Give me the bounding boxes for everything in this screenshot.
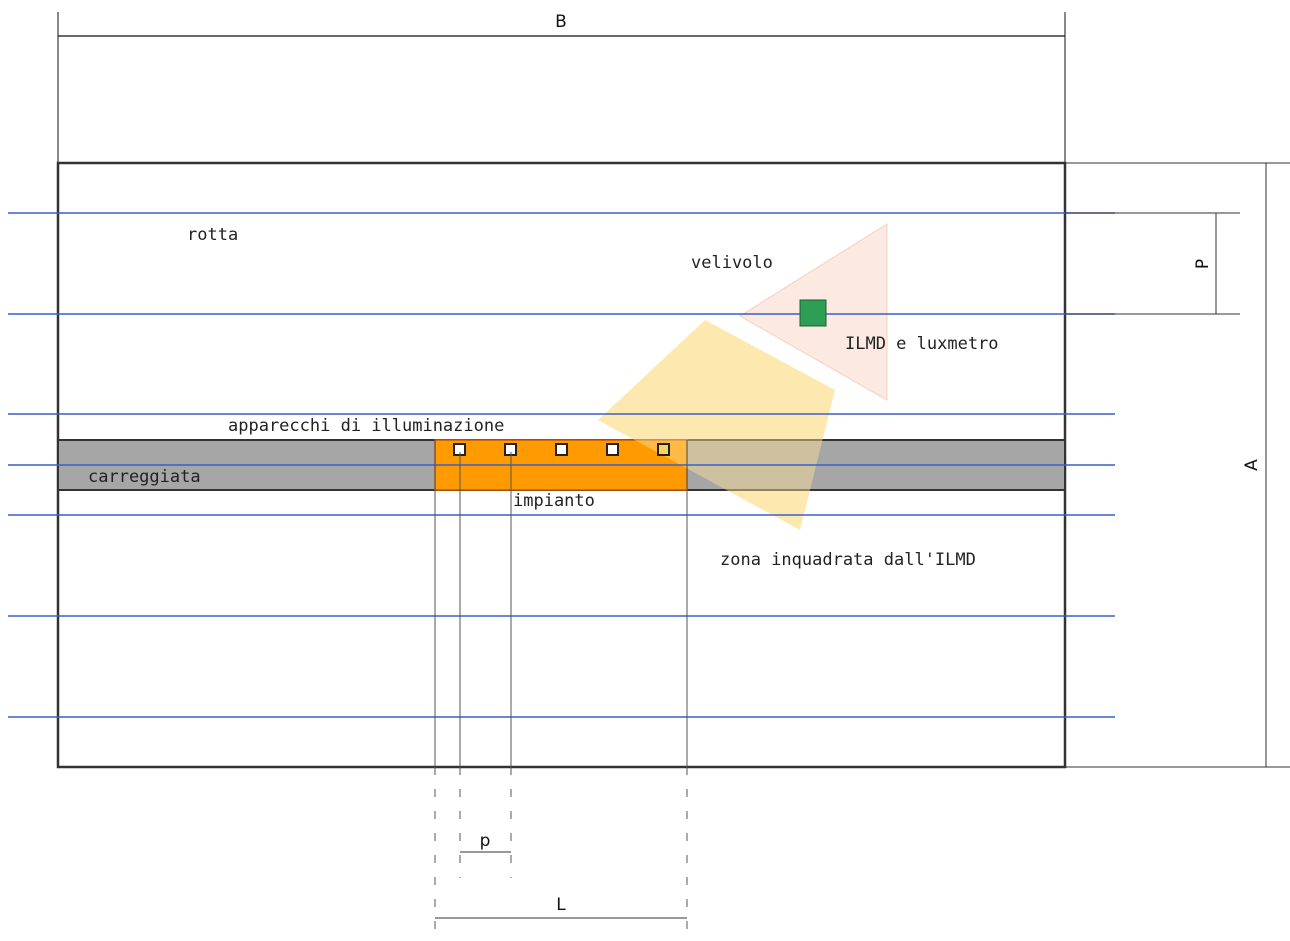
dimension-l: L (435, 895, 687, 919)
dimension-b-label: B (555, 12, 567, 32)
framed-zone-label: zona inquadrata dall'ILMD (720, 550, 976, 570)
dimension-b: B (57, 12, 1066, 163)
dimension-p-label: p (480, 831, 491, 851)
luminaire-icon (657, 443, 670, 456)
dimension-a-label: A (1242, 459, 1262, 471)
dimension-l-label: L (556, 895, 566, 915)
dimension-pass: P (1065, 212, 1240, 315)
dimension-p: p (460, 831, 511, 853)
route-label: rotta (187, 225, 238, 245)
roadway-label: carreggiata (88, 467, 201, 487)
instrument-label: ILMD e luxmetro (845, 334, 999, 354)
installation-label: impianto (513, 491, 595, 511)
instrument-icon (799, 299, 827, 327)
luminaire-icon (555, 443, 568, 456)
survey-diagram: B p L P A rotta velivolo ILMD e luxmetro… (8, 12, 1290, 941)
luminaires-label: apparecchi di illuminazione (228, 416, 504, 436)
dimension-pass-label: P (1193, 259, 1213, 269)
luminaire-icon (606, 443, 619, 456)
aircraft-label: velivolo (691, 253, 773, 273)
